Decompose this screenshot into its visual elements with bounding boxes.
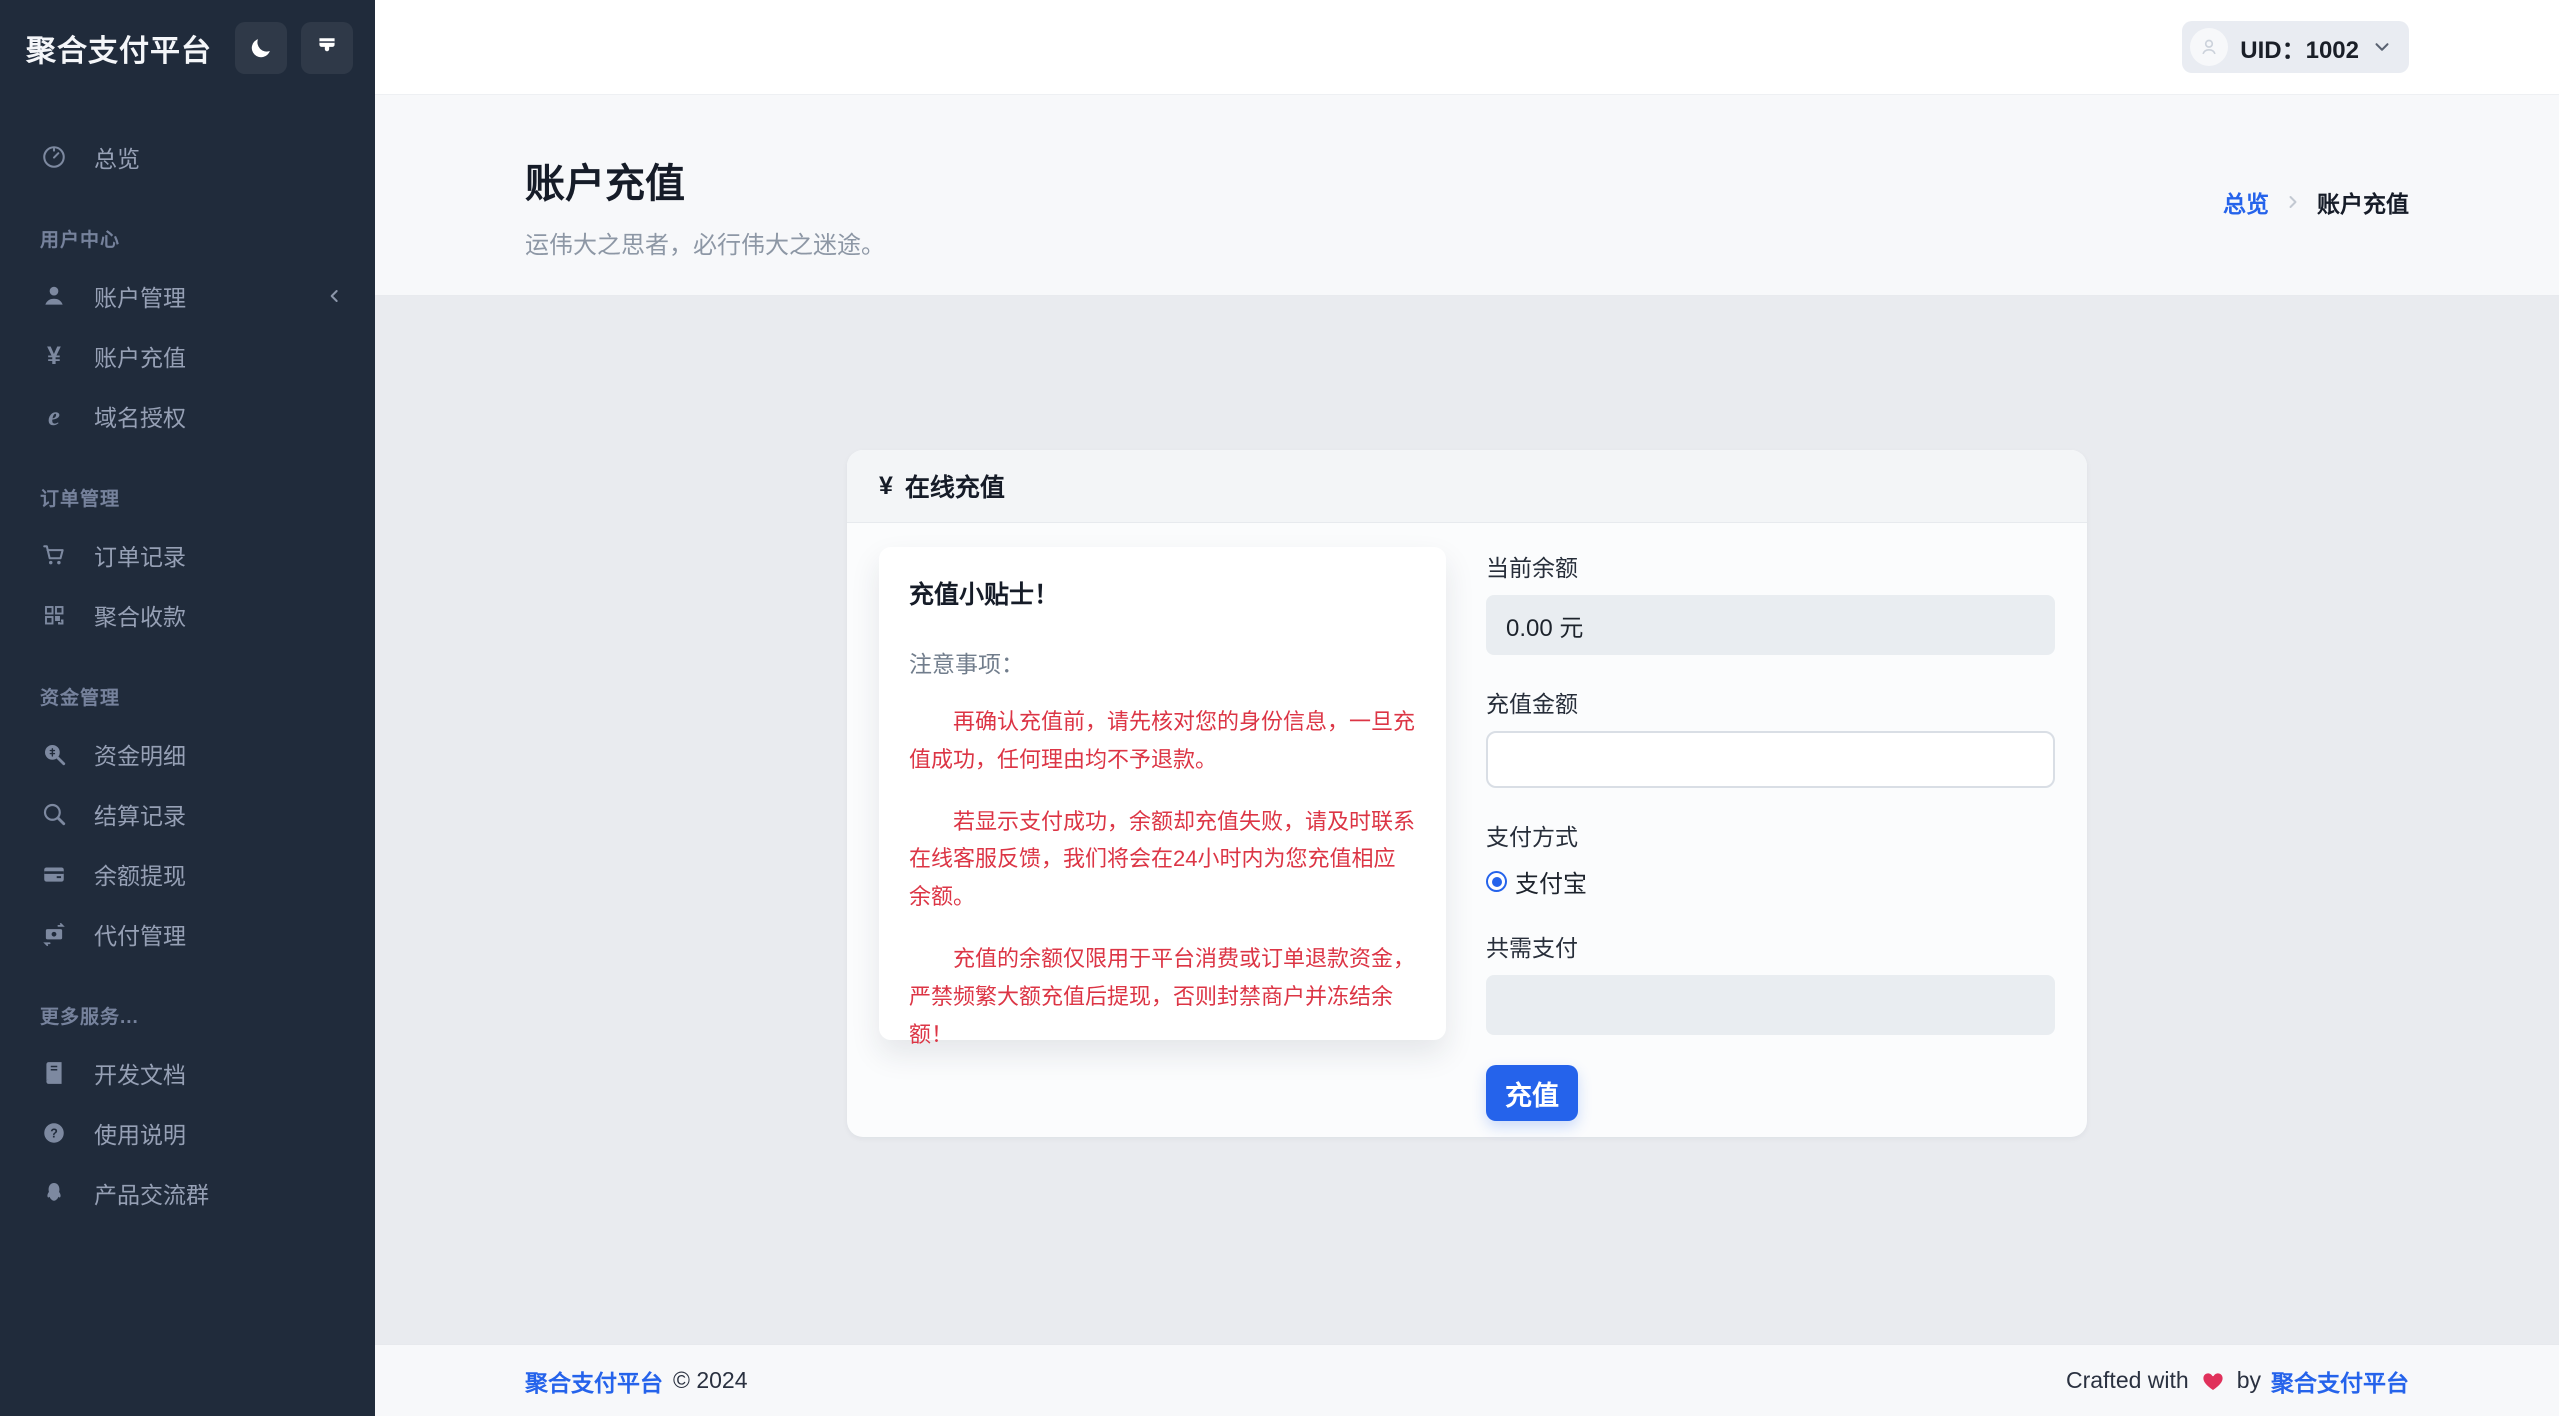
- page-header: 账户充值 运伟大之思者，必行伟大之迷途。 总览 账户充值: [375, 95, 2559, 296]
- footer: 聚合支付平台 © 2024 Crafted with by 聚合支付平台: [375, 1344, 2559, 1416]
- sidebar-nav: 总览 用户中心 账户管理 ¥ 账户充值 e 域名授权 订单管理 订单记录: [0, 95, 375, 1223]
- payment-method-label: 支付方式: [1486, 818, 2055, 852]
- total-pay-field: [1486, 975, 2055, 1035]
- svg-text:?: ?: [50, 1127, 58, 1141]
- sidebar-item-payout-management[interactable]: 代付管理: [0, 904, 375, 964]
- user-menu-button[interactable]: UID：1002: [2182, 21, 2409, 73]
- content-area: ¥ 在线充值 充值小贴士！ 注意事项： 再确认充值前，请先核对您的身份信息，一旦…: [375, 296, 2559, 1344]
- topbar: UID：1002: [375, 0, 2559, 95]
- sidebar-item-label: 开发文档: [94, 1056, 186, 1090]
- sidebar-section-user-center: 用户中心: [0, 225, 375, 252]
- dark-mode-toggle-button[interactable]: [235, 22, 287, 74]
- ie-icon: e: [40, 403, 68, 430]
- page-subtitle: 运伟大之思者，必行伟大之迷途。: [525, 225, 885, 260]
- card-body: 充值小贴士！ 注意事项： 再确认充值前，请先核对您的身份信息，一旦充值成功，任何…: [847, 523, 2087, 1145]
- uid-label: UID：1002: [2240, 30, 2359, 65]
- recharge-submit-button[interactable]: 充值: [1486, 1065, 1578, 1121]
- tips-title: 充值小贴士！: [909, 575, 1416, 611]
- sidebar-item-product-group[interactable]: 产品交流群: [0, 1163, 375, 1223]
- brush-icon: [314, 35, 340, 61]
- footer-copyright: © 2024: [673, 1367, 748, 1394]
- search-money-icon: [40, 741, 68, 767]
- moon-icon: [248, 35, 274, 61]
- sidebar-item-label: 账户管理: [94, 279, 186, 313]
- sidebar-item-usage-guide[interactable]: ? 使用说明: [0, 1103, 375, 1163]
- card-title: 在线充值: [905, 468, 1005, 504]
- yen-icon: ¥: [40, 344, 68, 369]
- footer-by-text: by: [2237, 1367, 2261, 1394]
- amount-input[interactable]: [1486, 731, 2055, 788]
- sidebar-item-label: 结算记录: [94, 797, 186, 831]
- chevron-right-icon: [2283, 192, 2303, 212]
- qrcode-icon: [40, 603, 68, 627]
- help-icon: ?: [40, 1120, 68, 1146]
- sidebar-item-label: 总览: [94, 140, 140, 174]
- sidebar-item-account-management[interactable]: 账户管理: [0, 266, 375, 326]
- breadcrumb-overview-link[interactable]: 总览: [2223, 185, 2269, 219]
- sidebar-item-fund-details[interactable]: 资金明细: [0, 724, 375, 784]
- breadcrumb-current: 账户充值: [2317, 185, 2409, 219]
- online-recharge-card: ¥ 在线充值 充值小贴士！ 注意事项： 再确认充值前，请先核对您的身份信息，一旦…: [847, 450, 2087, 1137]
- sidebar-item-label: 资金明细: [94, 737, 186, 771]
- sidebar-item-label: 余额提现: [94, 857, 186, 891]
- amount-label: 充值金额: [1486, 685, 2055, 719]
- breadcrumb: 总览 账户充值: [2223, 185, 2409, 219]
- sidebar-section-more-services: 更多服务...: [0, 1002, 375, 1029]
- tips-warning-3: 充值的余额仅限用于平台消费或订单退款资金，严禁频繁大额充值后提现，否则封禁商户并…: [909, 940, 1416, 1053]
- footer-brand-link[interactable]: 聚合支付平台: [525, 1364, 663, 1398]
- dashboard-icon: [40, 144, 68, 170]
- tips-intro: 注意事项：: [909, 645, 1416, 679]
- sidebar-item-label: 产品交流群: [94, 1176, 209, 1210]
- sidebar-item-label: 账户充值: [94, 339, 186, 373]
- main-area: UID：1002 账户充值 运伟大之思者，必行伟大之迷途。 总览 账户充值 ¥ …: [375, 0, 2559, 1416]
- recharge-tips-card: 充值小贴士！ 注意事项： 再确认充值前，请先核对您的身份信息，一旦充值成功，任何…: [879, 547, 1446, 1040]
- page-title: 账户充值: [525, 151, 885, 209]
- theme-button[interactable]: [301, 22, 353, 74]
- heart-icon: [2201, 1369, 2225, 1393]
- recharge-form: 当前余额 0.00 元 充值金额 支付方式 支付宝: [1486, 547, 2055, 1121]
- avatar: [2190, 28, 2228, 66]
- sidebar-item-label: 订单记录: [94, 538, 186, 572]
- sidebar-item-dev-docs[interactable]: 开发文档: [0, 1043, 375, 1103]
- book-icon: [40, 1060, 68, 1086]
- sidebar-item-label: 聚合收款: [94, 598, 186, 632]
- sidebar-item-overview[interactable]: 总览: [0, 127, 375, 187]
- sidebar-item-domain-auth[interactable]: e 域名授权: [0, 386, 375, 446]
- search-icon: [40, 801, 68, 827]
- sidebar-item-order-records[interactable]: 订单记录: [0, 525, 375, 585]
- sidebar-section-funds-management: 资金管理: [0, 683, 375, 710]
- card-icon: [40, 861, 68, 887]
- yen-icon: ¥: [879, 472, 893, 501]
- tips-warning-1: 再确认充值前，请先核对您的身份信息，一旦充值成功，任何理由均不予退款。: [909, 703, 1416, 779]
- qq-icon: [40, 1180, 68, 1206]
- footer-crafted-text: Crafted with: [2066, 1367, 2189, 1394]
- sidebar-section-order-management: 订单管理: [0, 484, 375, 511]
- balance-label: 当前余额: [1486, 549, 2055, 583]
- sidebar-header: 聚合支付平台: [0, 0, 375, 95]
- chevron-down-icon: [2371, 36, 2393, 58]
- total-pay-label: 共需支付: [1486, 929, 2055, 963]
- transfer-icon: [40, 921, 68, 947]
- tips-warning-2: 若显示支付成功，余额却充值失败，请及时联系在线客服反馈，我们将会在24小时内为您…: [909, 803, 1416, 916]
- footer-brand-link-2[interactable]: 聚合支付平台: [2271, 1364, 2409, 1398]
- sidebar: 聚合支付平台 总览 用户中心 账户管理: [0, 0, 375, 1416]
- cart-icon: [40, 542, 68, 568]
- alipay-radio-label[interactable]: 支付宝: [1515, 864, 1587, 899]
- user-icon: [40, 283, 68, 309]
- alipay-radio[interactable]: [1486, 871, 1507, 892]
- brand-logo: 聚合支付平台: [26, 26, 221, 70]
- sidebar-item-account-recharge[interactable]: ¥ 账户充值: [0, 326, 375, 386]
- sidebar-item-settlement-records[interactable]: 结算记录: [0, 784, 375, 844]
- sidebar-item-label: 代付管理: [94, 917, 186, 951]
- sidebar-item-label: 使用说明: [94, 1116, 186, 1150]
- sidebar-item-label: 域名授权: [94, 399, 186, 433]
- sidebar-item-balance-withdraw[interactable]: 余额提现: [0, 844, 375, 904]
- card-header: ¥ 在线充值: [847, 450, 2087, 523]
- balance-field: 0.00 元: [1486, 595, 2055, 655]
- chevron-left-icon: [325, 286, 345, 306]
- sidebar-item-aggregate-collection[interactable]: 聚合收款: [0, 585, 375, 645]
